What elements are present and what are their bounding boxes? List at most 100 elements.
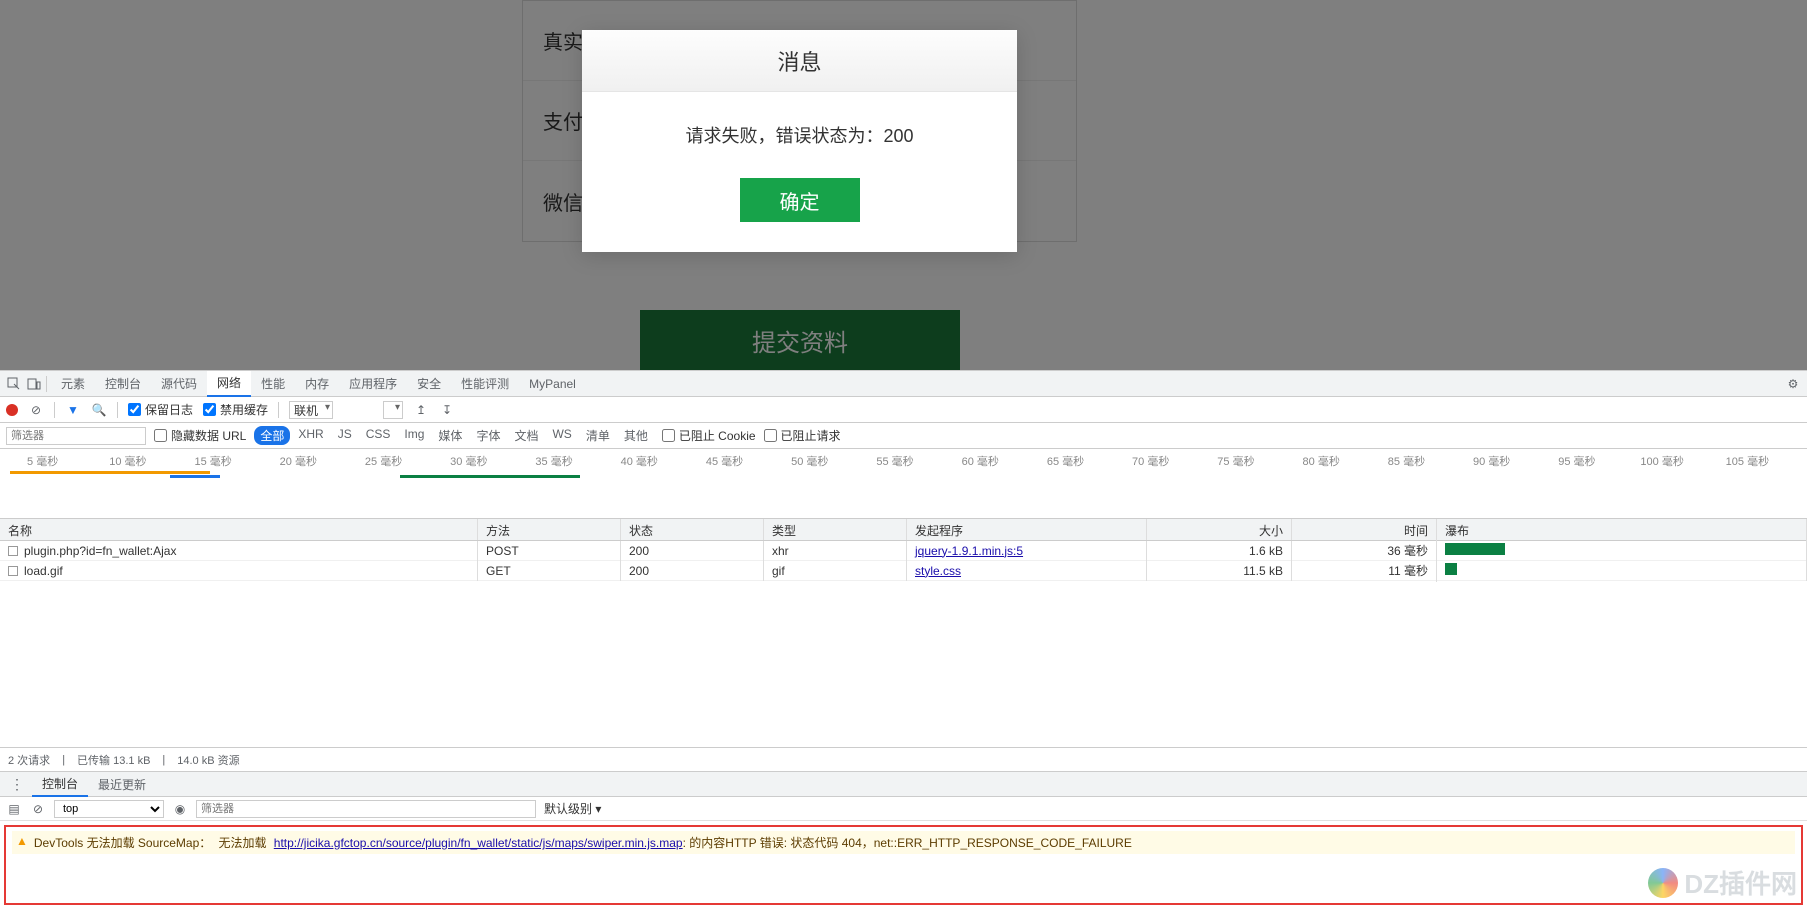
warning-url[interactable]: http://jicika.gfctop.cn/source/plugin/fn… bbox=[274, 836, 683, 850]
timeline-tick: 25 毫秒 bbox=[365, 453, 402, 469]
filter-type-pill[interactable]: 全部 bbox=[254, 426, 290, 445]
devtools-tab[interactable]: 性能评测 bbox=[451, 371, 519, 397]
filter-type-pill[interactable]: 其他 bbox=[618, 426, 654, 445]
filter-type-pill[interactable]: WS bbox=[546, 426, 577, 445]
devtools-tab[interactable]: 内存 bbox=[295, 371, 339, 397]
filter-type-pill[interactable]: 清单 bbox=[580, 426, 616, 445]
devtools-tab[interactable]: 应用程序 bbox=[339, 371, 407, 397]
network-table-body: plugin.php?id=fn_wallet:AjaxPOST200xhrjq… bbox=[0, 541, 1807, 581]
devtools-tabbar: 元素控制台源代码网络性能内存应用程序安全性能评测MyPanel ⚙ bbox=[0, 371, 1807, 397]
col-method[interactable]: 方法 bbox=[478, 519, 621, 540]
sidebar-toggle-icon[interactable]: ▤ bbox=[6, 801, 22, 817]
log-levels-select[interactable]: 默认级别 ▾ bbox=[544, 800, 601, 817]
page-content: 真实 支付 微信 提交资料 消息 请求失败，错误状态为：200 确定 bbox=[0, 0, 1807, 370]
warning-icon: ▲ bbox=[16, 834, 28, 848]
filter-type-pill[interactable]: Img bbox=[398, 426, 430, 445]
ok-button[interactable]: 确定 bbox=[740, 178, 860, 222]
gear-icon[interactable]: ⚙ bbox=[1785, 376, 1801, 392]
timeline-tick: 20 毫秒 bbox=[280, 453, 317, 469]
timeline-tick: 85 毫秒 bbox=[1388, 453, 1425, 469]
warning-text: DevTools 无法加载 SourceMap： 无法加载 http://jic… bbox=[34, 834, 1132, 851]
console-filter-input[interactable] bbox=[196, 800, 536, 818]
col-name[interactable]: 名称 bbox=[0, 519, 478, 540]
status-requests: 2 次请求 bbox=[8, 752, 50, 768]
drawer-tabbar: ⋮ 控制台最近更新 bbox=[0, 771, 1807, 797]
col-time[interactable]: 时间 bbox=[1292, 519, 1437, 540]
network-empty bbox=[0, 581, 1807, 747]
col-status[interactable]: 状态 bbox=[621, 519, 764, 540]
clear-console-icon[interactable]: ⊘ bbox=[30, 801, 46, 817]
devtools-tab[interactable]: 元素 bbox=[51, 371, 95, 397]
initiator-link[interactable]: jquery-1.9.1.min.js:5 bbox=[915, 544, 1023, 558]
message-dialog: 消息 请求失败，错误状态为：200 确定 bbox=[582, 30, 1017, 252]
watermark: DZ插件网 bbox=[1648, 864, 1797, 901]
live-expression-icon[interactable]: ◉ bbox=[172, 801, 188, 817]
timeline-tick: 30 毫秒 bbox=[450, 453, 487, 469]
timeline-tick: 80 毫秒 bbox=[1303, 453, 1340, 469]
timeline-tick: 10 毫秒 bbox=[109, 453, 146, 469]
timeline-tick: 105 毫秒 bbox=[1726, 453, 1769, 469]
separator bbox=[278, 402, 279, 418]
table-row[interactable]: plugin.php?id=fn_wallet:AjaxPOST200xhrjq… bbox=[0, 541, 1807, 561]
timeline-tick: 45 毫秒 bbox=[706, 453, 743, 469]
timeline-tick: 75 毫秒 bbox=[1217, 453, 1254, 469]
timeline-bar bbox=[10, 471, 210, 474]
devtools-tab[interactable]: 源代码 bbox=[151, 371, 207, 397]
col-initiator[interactable]: 发起程序 bbox=[907, 519, 1147, 540]
timeline-track bbox=[0, 469, 1807, 477]
initiator-link[interactable]: style.css bbox=[915, 564, 961, 578]
console-warning[interactable]: ▲ DevTools 无法加载 SourceMap： 无法加载 http://j… bbox=[12, 831, 1795, 854]
console-toolbar: ▤ ⊘ top ◉ 默认级别 ▾ bbox=[0, 797, 1807, 821]
presets-select[interactable] bbox=[383, 401, 403, 419]
hide-data-urls-checkbox[interactable]: 隐藏数据 URL bbox=[154, 427, 246, 444]
col-waterfall[interactable]: 瀑布 bbox=[1437, 519, 1807, 540]
filter-type-pill[interactable]: 媒体 bbox=[432, 426, 468, 445]
dialog-message: 请求失败，错误状态为：200 bbox=[582, 92, 1017, 178]
filter-type-pill[interactable]: CSS bbox=[360, 426, 397, 445]
network-timeline[interactable]: 5 毫秒10 毫秒15 毫秒20 毫秒25 毫秒30 毫秒35 毫秒40 毫秒4… bbox=[0, 449, 1807, 519]
drawer-tab[interactable]: 最近更新 bbox=[88, 771, 156, 797]
devtools-tab[interactable]: MyPanel bbox=[519, 371, 586, 397]
device-icon[interactable] bbox=[26, 376, 42, 392]
timeline-tick: 95 毫秒 bbox=[1558, 453, 1595, 469]
timeline-tick: 65 毫秒 bbox=[1047, 453, 1084, 469]
record-button[interactable] bbox=[6, 404, 18, 416]
timeline-tick: 90 毫秒 bbox=[1473, 453, 1510, 469]
separator bbox=[54, 402, 55, 418]
preserve-log-checkbox[interactable]: 保留日志 bbox=[128, 401, 193, 418]
filter-icon[interactable]: ▼ bbox=[65, 402, 81, 418]
disable-cache-checkbox[interactable]: 禁用缓存 bbox=[203, 401, 268, 418]
download-icon[interactable]: ↧ bbox=[439, 402, 455, 418]
network-status-bar: 2 次请求 | 已传输 13.1 kB | 14.0 kB 资源 bbox=[0, 747, 1807, 771]
drawer-tab[interactable]: 控制台 bbox=[32, 771, 88, 797]
timeline-tick: 55 毫秒 bbox=[876, 453, 913, 469]
timeline-tick: 40 毫秒 bbox=[621, 453, 658, 469]
timeline-tick: 70 毫秒 bbox=[1132, 453, 1169, 469]
inspect-icon[interactable] bbox=[6, 376, 22, 392]
col-size[interactable]: 大小 bbox=[1147, 519, 1292, 540]
filter-type-pill[interactable]: 文档 bbox=[508, 426, 544, 445]
separator bbox=[46, 376, 47, 392]
filter-input[interactable] bbox=[6, 427, 146, 445]
blocked-cookies-checkbox[interactable]: 已阻止 Cookie bbox=[662, 427, 756, 444]
upload-icon[interactable]: ↥ bbox=[413, 402, 429, 418]
clear-icon[interactable]: ⊘ bbox=[28, 402, 44, 418]
devtools-tab[interactable]: 网络 bbox=[207, 371, 251, 397]
filter-type-pill[interactable]: 字体 bbox=[470, 426, 506, 445]
devtools-tab[interactable]: 控制台 bbox=[95, 371, 151, 397]
context-select[interactable]: top bbox=[54, 800, 164, 818]
devtools-tab[interactable]: 安全 bbox=[407, 371, 451, 397]
search-icon[interactable]: 🔍 bbox=[91, 402, 107, 418]
network-filterbar: 隐藏数据 URL 全部XHRJSCSSImg媒体字体文档WS清单其他 已阻止 C… bbox=[0, 423, 1807, 449]
devtools-tab[interactable]: 性能 bbox=[251, 371, 295, 397]
blocked-requests-checkbox[interactable]: 已阻止请求 bbox=[764, 427, 841, 444]
kebab-icon[interactable]: ⋮ bbox=[6, 776, 28, 793]
table-row[interactable]: load.gifGET200gifstyle.css11.5 kB11 毫秒 bbox=[0, 561, 1807, 581]
watermark-icon bbox=[1648, 868, 1678, 898]
filter-type-pill[interactable]: JS bbox=[332, 426, 358, 445]
dialog-title: 消息 bbox=[582, 30, 1017, 92]
throttling-select[interactable]: 联机 bbox=[289, 401, 333, 419]
timeline-tick: 100 毫秒 bbox=[1640, 453, 1683, 469]
filter-type-pill[interactable]: XHR bbox=[292, 426, 329, 445]
col-type[interactable]: 类型 bbox=[764, 519, 907, 540]
